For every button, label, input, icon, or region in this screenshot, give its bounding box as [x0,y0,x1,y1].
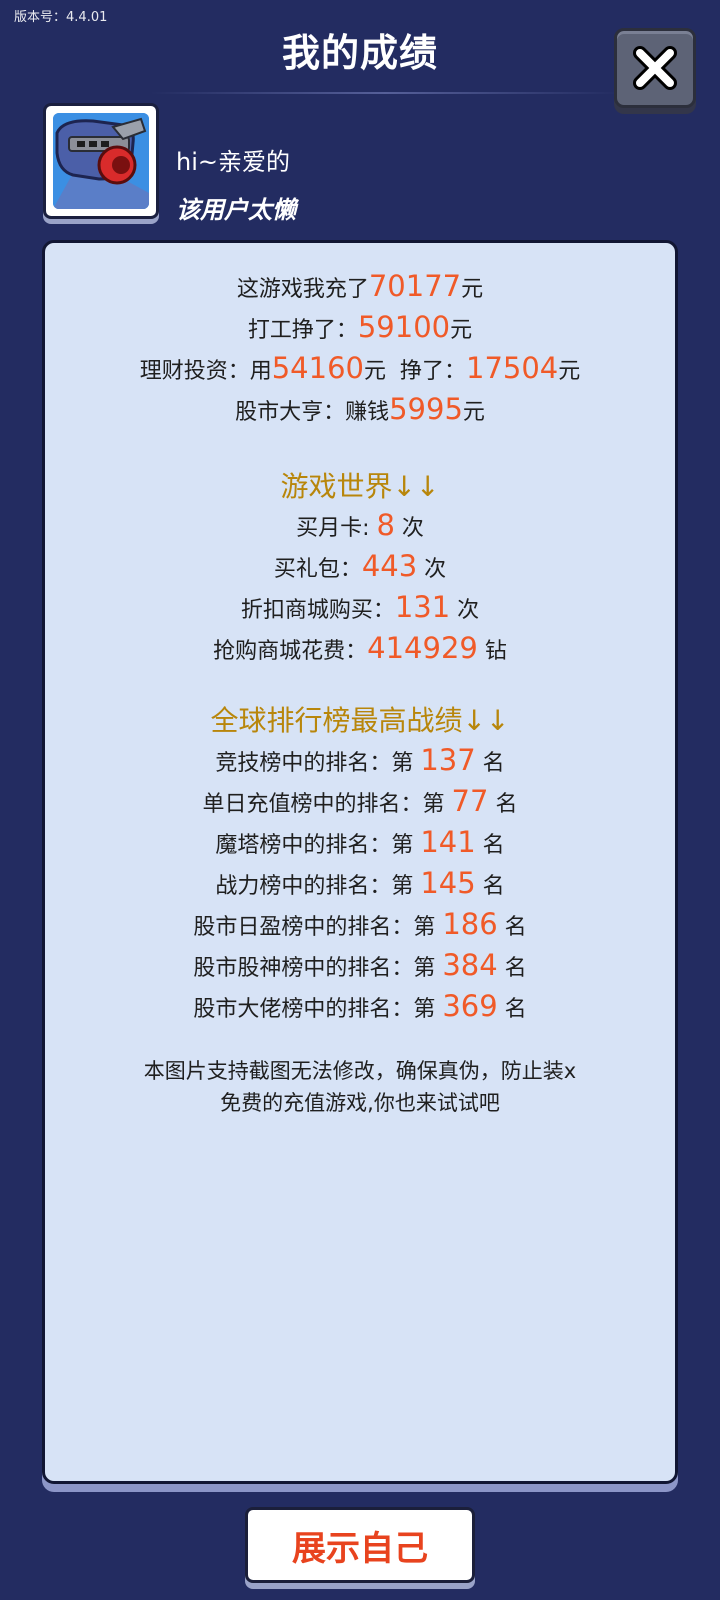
game-world-item: 抢购商城花费：414929 钻 [45,631,675,665]
ranking-item-value: 384 [442,948,498,982]
stats-card: 这游戏我充了70177元 打工挣了：59100元 理财投资：用54160元 挣了… [42,240,678,1484]
game-world-item-label: 抢购商城花费： [213,639,368,664]
game-world-item: 折扣商城购买：131 次 [45,590,675,624]
stock-line: 股市大亨：赚钱5995元 [45,392,675,426]
ranking-item: 股市日盈榜中的排名：第 186 名 [45,907,675,941]
ranking-item-value: 137 [420,743,476,777]
game-world-item: 买月卡: 8 次 [45,508,675,542]
ranking-item-label: 战力榜中的排名：第 [215,874,421,899]
achievement-screen: 版本号：4.4.01 我的成绩 hi~亲爱的 该用户太懒 这游戏我充了70177… [0,0,720,1600]
stock-unit: 元 [462,400,485,425]
footnote: 本图片支持截图无法修改，确保真伪，防止装x 免费的充值游戏,你也来试试吧 [45,1055,675,1119]
ranking-item-unit: 名 [497,997,527,1022]
ranking-item: 战力榜中的排名：第 145 名 [45,866,675,900]
invest-earned: 17504 [466,351,559,385]
game-world-item-value: 443 [361,549,418,583]
ranking-item-unit: 名 [497,915,527,940]
ranking-item-label: 股市大佬榜中的排名：第 [193,997,443,1022]
user-signature: 该用户太懒 [176,196,296,224]
ranking-item: 魔塔榜中的排名：第 141 名 [45,825,675,859]
work-amount: 59100 [357,310,451,344]
invest-spent: 54160 [271,351,364,385]
ranking-item-label: 股市股神榜中的排名：第 [193,956,443,981]
recharge-amount: 70177 [368,269,462,303]
game-world-item-value: 414929 [367,631,478,665]
page-title: 我的成绩 [281,31,438,75]
ranking-item-unit: 名 [488,792,518,817]
game-world-item-unit: 次 [450,598,480,623]
robot-avatar-icon [53,113,149,209]
avatar[interactable] [43,103,159,219]
ranking-item: 股市股神榜中的排名：第 384 名 [45,948,675,982]
work-line: 打工挣了：59100元 [45,310,675,344]
game-world-item-unit: 钻 [477,639,507,664]
work-unit: 元 [450,318,473,343]
game-world-heading: 游戏世界↓↓ [280,470,440,503]
show-myself-button[interactable]: 展示自己 [245,1507,475,1583]
recharge-prefix: 这游戏我充了 [236,277,369,302]
ranking-item-label: 竞技榜中的排名：第 [215,751,421,776]
ranking-item: 股市大佬榜中的排名：第 369 名 [45,989,675,1023]
ranking-item-value: 369 [442,989,498,1023]
stock-amount: 5995 [389,392,463,426]
user-name: hi~亲爱的 [176,148,290,176]
game-world-item-label: 买礼包： [273,557,362,582]
ranking-item-value: 186 [442,907,498,941]
ranking-item-unit: 名 [475,874,505,899]
game-world-item: 买礼包：443 次 [45,549,675,583]
ranking-item-value: 77 [451,784,489,818]
game-world-item-label: 买月卡: [296,516,377,541]
ranking-item-label: 魔塔榜中的排名：第 [215,833,421,858]
invest-unit2: 元 [558,359,581,384]
ranking-item-unit: 名 [497,956,527,981]
work-prefix: 打工挣了： [247,318,358,343]
game-world-item-label: 折扣商城购买： [240,598,395,623]
stock-prefix: 股市大亨：赚钱 [235,400,390,425]
rankings-heading: 全球排行榜最高战绩↓↓ [210,704,510,737]
invest-prefix: 理财投资：用 [139,359,272,384]
game-world-item-value: 131 [394,590,451,624]
ranking-item: 竞技榜中的排名：第 137 名 [45,743,675,777]
close-button[interactable] [614,28,696,108]
close-x-icon [633,46,677,90]
recharge-unit: 元 [461,277,484,302]
ranking-item-unit: 名 [475,751,505,776]
ranking-item-label: 单日充值榜中的排名：第 [202,792,452,817]
ranking-item-value: 141 [420,825,476,859]
game-world-item-unit: 次 [417,557,447,582]
ranking-item: 单日充值榜中的排名：第 77 名 [45,784,675,818]
footnote-line-2: 免费的充值游戏,你也来试试吧 [220,1091,500,1115]
ranking-item-value: 145 [420,866,476,900]
game-world-item-unit: 次 [394,516,424,541]
footnote-line-1: 本图片支持截图无法修改，确保真伪，防止装x [143,1059,577,1083]
ranking-item-unit: 名 [475,833,505,858]
ranking-item-label: 股市日盈榜中的排名：第 [193,915,443,940]
title-divider [150,92,620,94]
recharge-line: 这游戏我充了70177元 [45,269,675,303]
game-world-item-value: 8 [376,508,395,542]
invest-line: 理财投资：用54160元 挣了：17504元 [45,351,675,385]
invest-unit1: 元 挣了： [364,359,466,384]
